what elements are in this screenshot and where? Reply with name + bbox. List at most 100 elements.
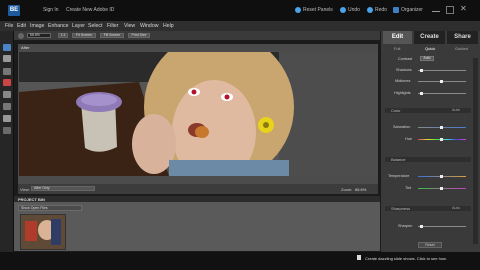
hint-icon	[357, 255, 361, 260]
type-tool-icon[interactable]	[3, 103, 11, 110]
minimize-button[interactable]	[432, 6, 440, 12]
right-panel	[381, 31, 480, 252]
temperature-knob[interactable]	[440, 175, 443, 178]
organizer-icon	[393, 7, 399, 13]
zoom-tool-icon[interactable]	[3, 44, 11, 51]
document-tab[interactable]	[18, 44, 378, 51]
sharpen-slider[interactable]	[418, 225, 466, 228]
view-label: View:	[20, 186, 30, 192]
menu-edit[interactable]: Edit	[17, 23, 26, 29]
zoom-label: Zoom:	[341, 186, 353, 192]
menu-image[interactable]: Image	[30, 23, 44, 29]
print-size-button[interactable]: Print Size	[128, 32, 150, 38]
healing-brush-tool-icon[interactable]	[3, 127, 11, 134]
balance-section-title: Balance	[391, 157, 406, 162]
tab-create[interactable]: Create	[414, 31, 445, 44]
saturation-label: Saturation	[393, 125, 411, 129]
color-section-title: Color	[391, 108, 401, 113]
photo-image	[19, 52, 377, 176]
shadows-slider[interactable]	[418, 69, 466, 72]
hue-slider[interactable]	[418, 138, 466, 141]
saturation-slider[interactable]	[418, 126, 466, 129]
menu-enhance[interactable]: Enhance	[48, 23, 68, 29]
reset-icon	[295, 7, 301, 13]
midtones-slider[interactable]	[418, 80, 466, 83]
menu-layer[interactable]: Layer	[72, 23, 85, 29]
subtab-guided[interactable]: Guided	[455, 46, 468, 51]
contrast-auto-button[interactable]: Auto	[420, 56, 434, 61]
panel-scrollbar[interactable]	[473, 58, 478, 244]
redo-label: Redo	[375, 7, 387, 13]
shadows-label: Shadows	[396, 68, 412, 72]
toolbox	[0, 31, 14, 261]
maximize-button[interactable]	[446, 6, 454, 14]
sharpen-knob[interactable]	[420, 225, 423, 228]
menu-file[interactable]: File	[5, 23, 13, 29]
redo-icon	[367, 7, 373, 13]
midtones-label: Midtones	[395, 79, 411, 83]
subtab-full[interactable]: Full	[394, 46, 400, 51]
one-to-one-button[interactable]: 1:1	[58, 32, 68, 38]
organizer-button[interactable]: Organizer	[393, 7, 423, 13]
quick-selection-tool-icon[interactable]	[3, 68, 11, 75]
hue-knob[interactable]	[440, 138, 443, 141]
document-title: After	[21, 45, 30, 50]
temperature-slider[interactable]	[418, 175, 466, 178]
fill-screen-button[interactable]: Fill Screen	[100, 32, 124, 38]
zoom-readout[interactable]: 66.6%	[355, 187, 366, 192]
undo-icon	[340, 7, 346, 13]
midtones-knob[interactable]	[440, 80, 443, 83]
fit-screen-button[interactable]: Fit Screen	[72, 32, 96, 38]
project-bin-header	[14, 196, 380, 202]
thumbnail-image	[21, 215, 65, 249]
project-bin-title: PROJECT BIN	[18, 197, 45, 202]
reset-panels-label: Reset Panels	[303, 7, 333, 13]
hand-tool-icon[interactable]	[3, 55, 11, 62]
menu-view[interactable]: View	[124, 23, 135, 29]
menu-filter[interactable]: Filter	[107, 23, 119, 29]
color-auto-button[interactable]: Auto	[452, 108, 460, 112]
highlights-slider[interactable]	[418, 92, 466, 95]
tint-label: Tint	[405, 186, 412, 190]
highlights-label: Highlights	[394, 91, 411, 95]
contrast-label: Contrast	[398, 57, 413, 61]
tint-knob[interactable]	[440, 187, 443, 190]
sharpness-section-title: Sharpness	[391, 206, 411, 211]
sharpness-auto-button[interactable]: Auto	[452, 206, 460, 210]
whiten-teeth-tool-icon[interactable]	[3, 91, 11, 98]
undo-label: Undo	[348, 7, 360, 13]
sign-in-link[interactable]: Sign In	[43, 7, 59, 13]
sharpen-label: Sharpen	[398, 224, 413, 228]
balance-section-header[interactable]: Balance	[385, 157, 471, 162]
crop-tool-icon[interactable]	[3, 115, 11, 122]
undo-button[interactable]: Undo	[340, 7, 360, 13]
tab-share[interactable]: Share	[447, 31, 478, 44]
temperature-label: Temperature	[388, 174, 410, 178]
reset-button[interactable]: Reset	[418, 242, 442, 248]
hue-label: Hue	[405, 137, 412, 141]
subtab-quick[interactable]: Quick	[425, 46, 435, 51]
reset-panels-button[interactable]: Reset Panels	[295, 7, 333, 13]
zoom-tool-icon	[18, 32, 24, 39]
shadows-knob[interactable]	[420, 69, 423, 72]
status-message[interactable]: Create dazzling slide shows. Click to se…	[365, 256, 447, 261]
red-eye-tool-icon[interactable]	[3, 79, 11, 86]
redo-button[interactable]: Redo	[367, 7, 387, 13]
menu-select[interactable]: Select	[88, 23, 102, 29]
tint-slider[interactable]	[418, 187, 466, 190]
tab-edit[interactable]: Edit	[383, 31, 412, 44]
highlights-knob[interactable]	[420, 92, 423, 95]
organizer-label: Organizer	[401, 7, 423, 13]
close-icon[interactable]: ✕	[460, 4, 467, 13]
menu-window[interactable]: Window	[140, 23, 158, 29]
photo-thumbnail[interactable]	[20, 214, 66, 250]
create-id-link[interactable]: Create New Adobe ID	[66, 7, 114, 13]
zoom-value-field[interactable]: 66.6%	[27, 32, 51, 38]
menu-help[interactable]: Help	[163, 23, 174, 29]
view-dropdown[interactable]: After Only	[31, 186, 95, 191]
photo-canvas[interactable]	[19, 52, 377, 176]
app-logo: BE	[8, 5, 20, 16]
saturation-knob[interactable]	[440, 126, 443, 129]
status-bar	[0, 252, 480, 270]
show-files-dropdown[interactable]: Show Open Files	[18, 205, 82, 211]
